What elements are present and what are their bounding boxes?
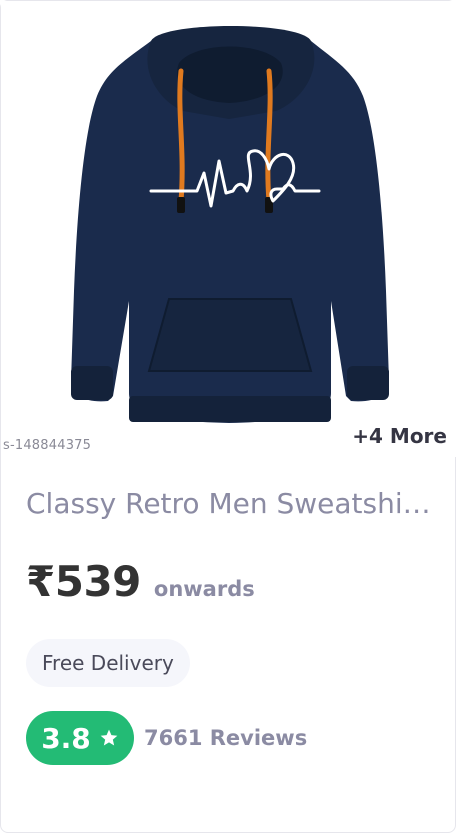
drawstring-right [265,68,273,204]
rating-value: 3.8 [41,721,91,755]
price-row: ₹539 onwards [26,557,255,606]
hoodie-cuff-left [71,366,113,400]
more-variants-badge[interactable]: +4 More [338,411,457,457]
rating-badge: 3.8 [26,711,134,765]
product-title[interactable]: Classy Retro Men Sweatshirts [26,487,436,520]
free-delivery-badge: Free Delivery [26,639,190,687]
catalog-id-watermark: s-148844375 [3,438,92,453]
product-image-area[interactable]: s-148844375 +4 More [1,1,457,457]
hoodie-pocket [149,299,311,371]
product-card[interactable]: s-148844375 +4 More Classy Retro Men Swe… [0,0,457,833]
hoodie-cuff-right [347,366,389,400]
review-count: 7661 Reviews [144,726,308,750]
product-image [71,26,389,423]
product-price: ₹539 [26,557,141,606]
drawstring-left [177,68,185,204]
price-suffix: onwards [153,577,255,601]
rating-row: 3.8 7661 Reviews [26,711,307,765]
star-icon [100,729,118,746]
hoodie-waistband [129,396,331,422]
